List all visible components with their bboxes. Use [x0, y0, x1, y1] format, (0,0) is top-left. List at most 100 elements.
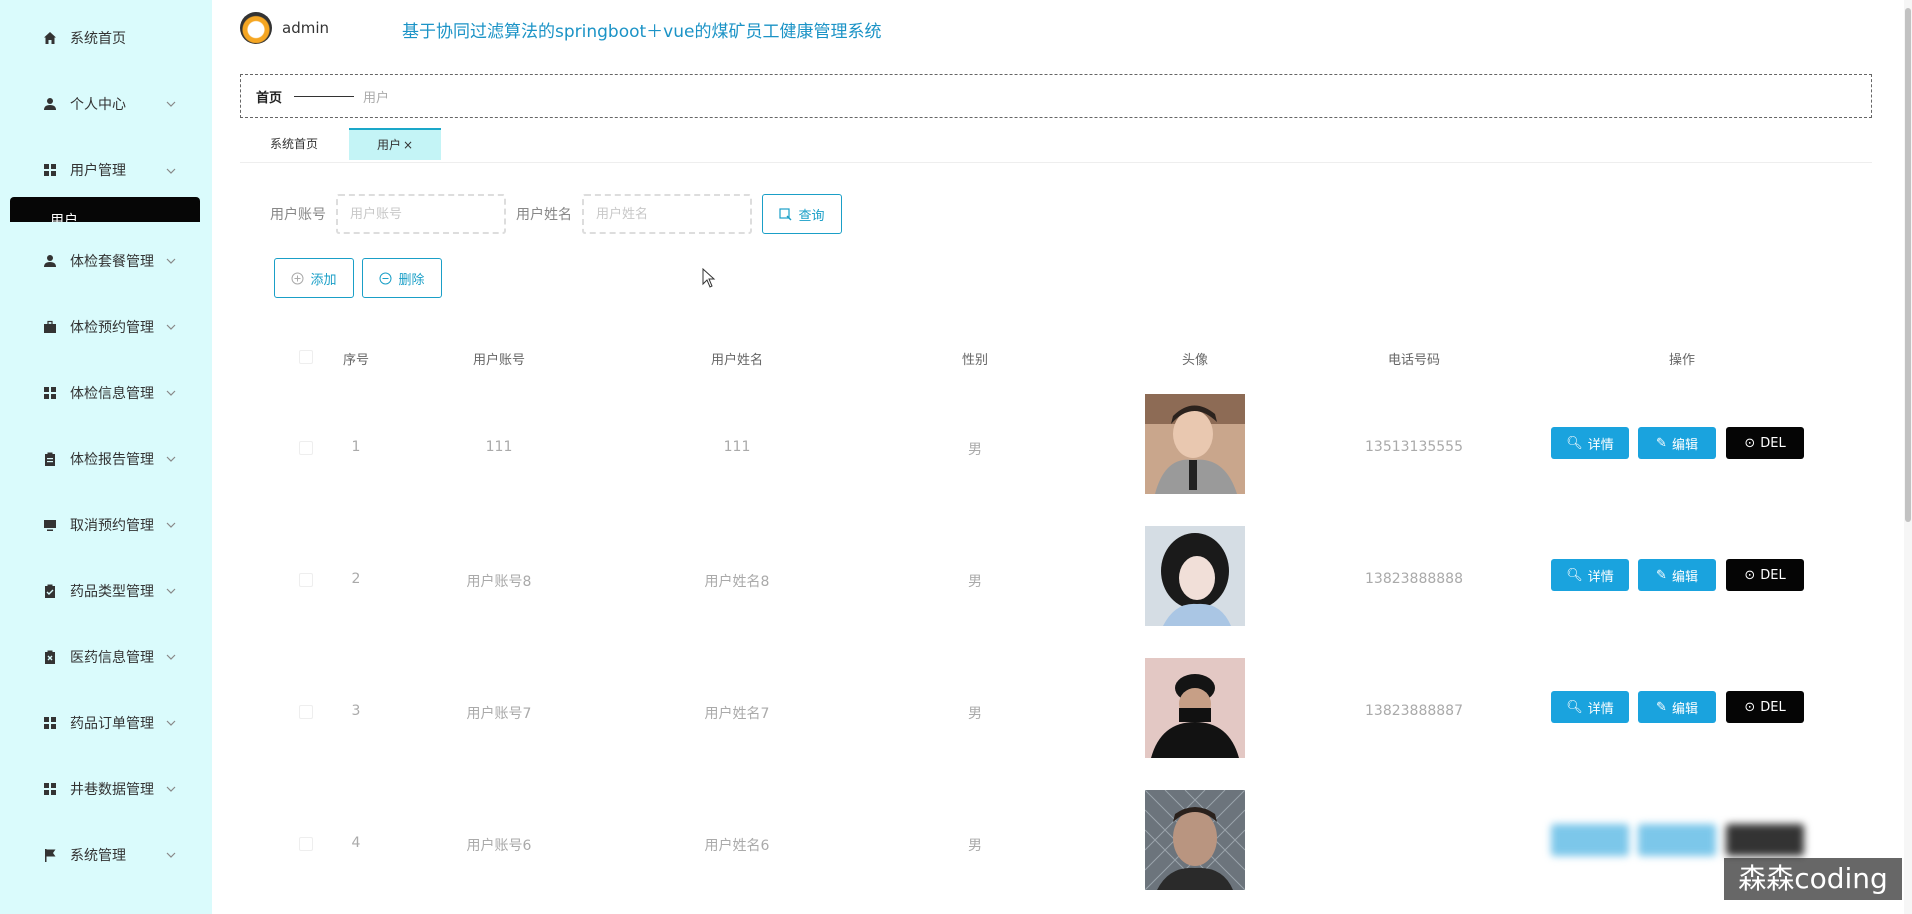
- detail-button[interactable]: [1551, 824, 1629, 856]
- tab-user[interactable]: 用户 ×: [349, 128, 441, 160]
- close-icon[interactable]: ×: [403, 138, 413, 152]
- user-icon: [42, 253, 58, 269]
- chevron-down-icon: [166, 456, 176, 462]
- column-header-name: 用户姓名: [710, 353, 764, 368]
- sidebar-item-label: 井巷数据管理: [70, 782, 154, 798]
- add-button[interactable]: 添加: [274, 258, 354, 298]
- avatar-photo: [1145, 526, 1245, 626]
- account-label: 用户账号: [270, 207, 326, 223]
- tab-bar: 系统首页 用户 ×: [240, 128, 1872, 163]
- row-actions-blurred: [1551, 824, 1806, 856]
- sidebar-subitem-label: 用户: [50, 213, 78, 222]
- row-checkbox[interactable]: [299, 573, 313, 587]
- search-icon: [779, 207, 792, 220]
- row-checkbox[interactable]: [299, 837, 313, 851]
- grid-icon: [42, 162, 58, 178]
- edit-button[interactable]: [1638, 824, 1716, 856]
- select-all-checkbox[interactable]: [299, 350, 313, 364]
- edit-button[interactable]: ✎ 编辑: [1638, 559, 1716, 591]
- sidebar-item-label: 医药信息管理: [70, 650, 154, 666]
- sidebar-item-label: 取消预约管理: [70, 518, 154, 534]
- close-circle-icon: ⊙: [1744, 567, 1756, 583]
- sidebar-item-shaft-data[interactable]: 井巷数据管理: [0, 769, 212, 809]
- sidebar-item-profile[interactable]: 个人中心: [0, 84, 212, 124]
- column-header-gender: 性别: [961, 353, 989, 368]
- cell-name: 用户姓名7: [704, 706, 770, 722]
- vertical-scrollbar[interactable]: [1904, 0, 1912, 914]
- cell-name: 用户姓名6: [704, 838, 770, 854]
- plus-circle-icon: [291, 272, 304, 284]
- sidebar-item-medicine-info[interactable]: 医药信息管理: [0, 637, 212, 677]
- sidebar-item-label: 系统管理: [70, 848, 126, 864]
- sidebar-item-drug-order[interactable]: 药品订单管理: [0, 703, 212, 743]
- sidebar-item-users[interactable]: 用户管理: [0, 150, 212, 190]
- sidebar-item-label: 用户管理: [70, 163, 126, 179]
- avatar-photo: [1145, 394, 1245, 494]
- grid-icon: [42, 781, 58, 797]
- edit-button[interactable]: ✎ 编辑: [1638, 427, 1716, 459]
- query-button[interactable]: 查询: [762, 194, 842, 234]
- home-icon: [42, 30, 58, 46]
- chevron-down-icon: [166, 654, 176, 660]
- cell-name: 用户姓名8: [704, 574, 770, 590]
- add-button-label: 添加: [310, 272, 337, 288]
- close-circle-icon: ⊙: [1744, 699, 1756, 715]
- detail-button-label: 详情: [1587, 569, 1614, 585]
- sidebar-item-label: 体检信息管理: [70, 386, 154, 402]
- chevron-down-icon: [166, 258, 176, 264]
- cell-index: 1: [351, 439, 361, 455]
- detail-button-label: 详情: [1587, 701, 1614, 717]
- sidebar-item-cancel-appointment[interactable]: 取消预约管理: [0, 505, 212, 545]
- avatar[interactable]: [240, 12, 272, 44]
- del-button[interactable]: ⊙ DEL: [1726, 691, 1804, 723]
- edit-button-label: 编辑: [1671, 701, 1698, 717]
- name-label: 用户姓名: [516, 207, 572, 223]
- edit-button[interactable]: ✎ 编辑: [1638, 691, 1716, 723]
- detail-button[interactable]: 🔍︎ 详情: [1551, 427, 1629, 459]
- sidebar-item-system[interactable]: 系统管理: [0, 835, 212, 875]
- del-button[interactable]: [1726, 824, 1804, 856]
- clipboard-x-icon: [42, 649, 58, 665]
- delete-button-label: 删除: [398, 272, 425, 288]
- sidebar-item-checkup-package[interactable]: 体检套餐管理: [0, 241, 212, 281]
- detail-button[interactable]: 🔍︎ 详情: [1551, 559, 1629, 591]
- monitor-icon: [42, 517, 58, 533]
- name-search-input[interactable]: [582, 194, 752, 234]
- delete-button[interactable]: 删除: [362, 258, 442, 298]
- tab-home[interactable]: 系统首页: [240, 128, 348, 160]
- account-search-input[interactable]: [336, 194, 506, 234]
- column-header-index: 序号: [342, 353, 370, 368]
- mouse-cursor-icon: [702, 268, 716, 288]
- cell-phone: 13513135555: [1365, 439, 1463, 455]
- user-icon: [42, 96, 58, 112]
- breadcrumb-separator: [294, 96, 354, 97]
- cell-gender: 男: [968, 574, 982, 590]
- cell-gender: 男: [968, 838, 982, 854]
- breadcrumb-home[interactable]: 首页: [256, 87, 282, 106]
- pencil-icon: ✎: [1656, 567, 1667, 583]
- scrollbar-thumb[interactable]: [1905, 8, 1911, 522]
- column-header-account: 用户账号: [472, 353, 526, 368]
- del-button[interactable]: ⊙ DEL: [1726, 559, 1804, 591]
- row-checkbox[interactable]: [299, 441, 313, 455]
- sidebar-item-checkup-info[interactable]: 体检信息管理: [0, 373, 212, 413]
- detail-button[interactable]: 🔍︎ 详情: [1551, 691, 1629, 723]
- sidebar-item-checkup-report[interactable]: 体检报告管理: [0, 439, 212, 479]
- sidebar-item-home[interactable]: 系统首页: [0, 18, 212, 58]
- sidebar-item-checkup-appointment[interactable]: 体检预约管理: [0, 307, 212, 347]
- sidebar-item-label: 体检报告管理: [70, 452, 154, 468]
- del-button[interactable]: ⊙ DEL: [1726, 427, 1804, 459]
- row-checkbox[interactable]: [299, 705, 313, 719]
- cell-account: 111: [485, 439, 513, 455]
- detail-button-label: 详情: [1587, 437, 1614, 453]
- cell-gender: 男: [968, 706, 982, 722]
- sidebar-item-label: 体检预约管理: [70, 320, 154, 336]
- edit-button-label: 编辑: [1671, 437, 1698, 453]
- sidebar-subitem-user[interactable]: 用户: [10, 197, 200, 222]
- sidebar-item-drug-type[interactable]: 药品类型管理: [0, 571, 212, 611]
- column-header-avatar: 头像: [1181, 353, 1209, 368]
- sidebar: 系统首页 个人中心 用户管理 用户 体检套餐管理 体检预约管理 体检信息管理 体…: [0, 0, 212, 914]
- search-icon: 🔍︎: [1566, 435, 1583, 451]
- username[interactable]: admin: [282, 19, 329, 37]
- briefcase-icon: [42, 319, 58, 335]
